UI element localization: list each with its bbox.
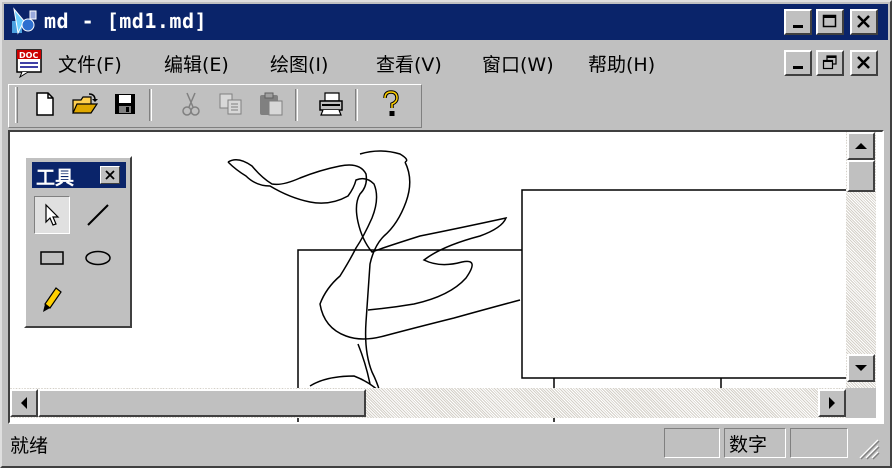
help-button[interactable] [375, 87, 407, 121]
print-icon [319, 92, 343, 116]
cut-button[interactable] [175, 87, 207, 121]
restore-icon [822, 55, 837, 70]
minimize-icon [793, 25, 803, 28]
scroll-left-button[interactable] [10, 389, 38, 417]
drawn-freehand-curve[interactable] [227, 159, 508, 311]
toolbar-grip[interactable] [15, 87, 18, 123]
pointer-icon [45, 203, 60, 226]
status-panel-num: 数字 [724, 428, 786, 458]
rectangle-icon [40, 251, 64, 265]
num-lock-indicator: 数字 [729, 434, 768, 456]
open-folder-icon [72, 93, 99, 114]
close-button[interactable] [850, 9, 878, 35]
resize-grip-icon[interactable] [854, 434, 880, 460]
close-icon [857, 56, 870, 69]
svg-text:DOC: DOC [19, 51, 38, 60]
copy-button[interactable] [215, 87, 247, 121]
arrow-left-icon [21, 397, 27, 409]
save-button[interactable] [109, 87, 141, 121]
tool-rectangle[interactable] [34, 240, 70, 276]
tool-pencil[interactable] [34, 282, 70, 318]
tool-palette-close-button[interactable] [100, 166, 120, 184]
minimize-button[interactable] [784, 9, 812, 35]
document-icon[interactable]: DOC [14, 48, 46, 79]
vertical-scrollbar[interactable] [846, 132, 876, 388]
menu-edit[interactable]: 编辑(E) [164, 50, 229, 77]
menu-file[interactable]: 文件(F) [58, 50, 122, 77]
maximize-button[interactable] [816, 9, 844, 35]
print-button[interactable] [315, 87, 347, 121]
drawing-canvas[interactable] [8, 130, 884, 424]
status-panel [790, 428, 848, 458]
arrow-up-icon [855, 143, 867, 149]
paste-icon [260, 92, 283, 116]
cut-icon [182, 92, 200, 116]
scroll-up-button[interactable] [847, 132, 875, 160]
close-icon [105, 170, 115, 180]
title-bar[interactable]: md - [md1.md] [4, 4, 888, 40]
save-icon [115, 94, 135, 114]
scroll-down-button[interactable] [847, 354, 875, 382]
window-title: md - [md1.md] [44, 9, 208, 33]
new-file-icon [36, 92, 54, 116]
tool-select[interactable] [34, 196, 70, 234]
scroll-right-button[interactable] [818, 389, 846, 417]
close-icon [857, 15, 870, 28]
open-button[interactable] [69, 87, 101, 121]
maximize-icon [822, 14, 837, 28]
drawn-freehand-curve[interactable] [364, 161, 411, 403]
new-button[interactable] [29, 87, 61, 121]
minimize-icon [793, 66, 803, 69]
copy-icon [219, 93, 242, 115]
menu-view[interactable]: 查看(V) [376, 50, 442, 77]
status-bar: 就绪 数字 [4, 426, 888, 464]
menu-window[interactable]: 窗口(W) [482, 50, 554, 77]
menu-bar: DOC 文件(F) 编辑(E) 绘图(I) 查看(V) 窗口(W) 帮助(H) [4, 42, 888, 82]
doc-close-button[interactable] [850, 50, 878, 76]
menu-help[interactable]: 帮助(H) [588, 50, 655, 77]
vertical-scroll-thumb[interactable] [847, 160, 875, 192]
app-icon[interactable] [10, 7, 38, 35]
tool-ellipse[interactable] [80, 240, 116, 276]
horizontal-scroll-thumb[interactable] [38, 389, 366, 417]
doc-minimize-button[interactable] [784, 50, 812, 76]
drawing-surface[interactable] [10, 132, 882, 422]
arrow-down-icon [855, 365, 867, 371]
paste-button[interactable] [255, 87, 287, 121]
toolbar-separator [355, 89, 358, 121]
toolbar-separator [149, 89, 152, 121]
line-icon [87, 204, 109, 226]
status-text: 就绪 [10, 435, 49, 457]
arrow-right-icon [829, 397, 835, 409]
pencil-icon [43, 287, 62, 312]
drawn-freehand-curve[interactable] [359, 150, 408, 163]
toolbar-separator [295, 89, 298, 121]
tool-palette-title-bar[interactable]: 工具 [32, 162, 126, 189]
tool-palette-title: 工具 [36, 167, 75, 189]
toolbar [8, 84, 422, 128]
doc-restore-button[interactable] [816, 50, 844, 76]
status-panel [664, 428, 720, 458]
tool-line[interactable] [80, 196, 116, 234]
horizontal-scrollbar[interactable] [10, 388, 846, 418]
tool-palette[interactable]: 工具 [24, 156, 132, 328]
menu-draw[interactable]: 绘图(I) [270, 50, 328, 77]
drawn-rectangle[interactable] [521, 189, 853, 379]
ellipse-icon [85, 250, 111, 266]
help-icon [383, 90, 399, 116]
scrollbar-corner [846, 388, 876, 418]
